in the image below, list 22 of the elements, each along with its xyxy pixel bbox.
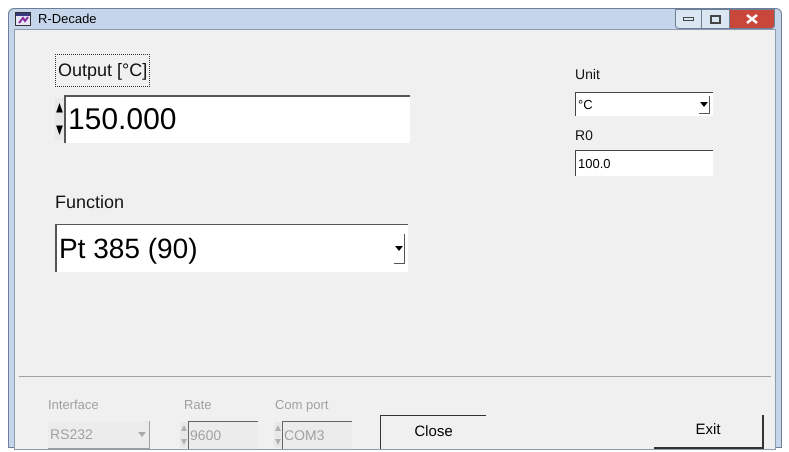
close-button[interactable]: Close	[380, 414, 486, 448]
close-window-button[interactable]	[729, 9, 775, 29]
interface-label: Interface	[48, 396, 100, 414]
function-label: Function	[55, 191, 126, 214]
unit-dropdown[interactable]: °C	[575, 92, 713, 116]
output-field[interactable]: 150.000	[64, 95, 410, 143]
rate-label: Rate	[184, 396, 212, 414]
r0-field[interactable]: 100.0	[575, 150, 713, 176]
output-label: Output [°C]	[55, 54, 150, 87]
minimize-button[interactable]	[675, 9, 702, 29]
unit-label: Unit	[575, 65, 601, 84]
spinner-icon[interactable]	[55, 98, 64, 140]
r0-label: R0	[575, 126, 594, 145]
exit-button[interactable]: Exit	[654, 414, 764, 448]
com-port-label: Com port	[275, 396, 330, 414]
app-icon	[15, 12, 31, 26]
dropdown-caret-icon[interactable]	[699, 100, 709, 108]
close-icon	[746, 14, 758, 24]
function-dropdown[interactable]: Pt 385 (90)	[55, 224, 408, 272]
dropdown-caret-icon[interactable]	[394, 244, 404, 252]
maximize-button[interactable]	[702, 9, 729, 29]
window-title: R-Decade	[38, 10, 97, 28]
